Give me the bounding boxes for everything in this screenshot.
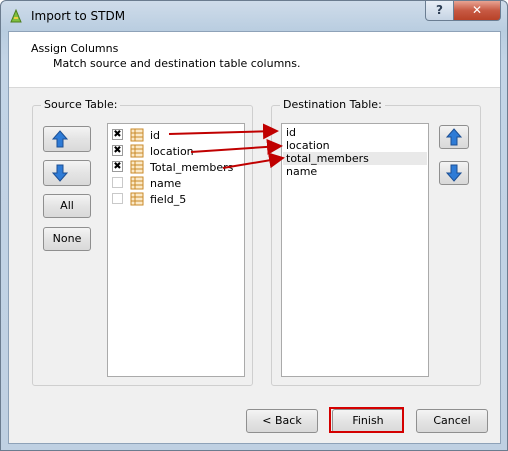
destination-column-row[interactable]: name	[283, 165, 427, 178]
source-table-group: Source Table: All None ✖ id ✖ location ✖ Tota…	[32, 98, 253, 386]
finish-highlight-annotation	[329, 407, 404, 433]
page-title: Assign Columns	[31, 42, 119, 55]
column-checkbox[interactable]	[112, 177, 123, 188]
select-none-button[interactable]: None	[43, 227, 91, 251]
help-button[interactable]: ?	[425, 1, 454, 21]
source-move-down-button[interactable]	[43, 160, 91, 186]
help-icon: ?	[436, 3, 443, 17]
qgis-app-icon	[10, 8, 22, 23]
arrow-down-icon	[52, 164, 68, 182]
wizard-header: Assign Columns Match source and destinat…	[9, 32, 500, 88]
column-checkbox[interactable]: ✖	[112, 145, 123, 156]
source-column-row[interactable]: ✖ id	[108, 127, 244, 143]
title-bar[interactable]: Import to STDM ? ✕	[1, 1, 507, 31]
source-column-name: id	[150, 129, 161, 142]
source-column-row[interactable]: field_5	[108, 191, 244, 207]
source-column-row[interactable]: ✖ Total_members	[108, 159, 244, 175]
arrow-up-icon	[446, 128, 462, 146]
close-icon: ✕	[471, 3, 483, 17]
table-field-icon	[130, 160, 144, 174]
destination-column-row[interactable]: total_members	[283, 152, 427, 165]
source-column-row[interactable]: name	[108, 175, 244, 191]
table-field-icon	[130, 192, 144, 206]
source-column-row[interactable]: ✖ location	[108, 143, 244, 159]
page-subtitle: Match source and destination table colum…	[53, 57, 301, 70]
cancel-button[interactable]: Cancel	[416, 409, 488, 433]
destination-move-down-button[interactable]	[439, 161, 469, 185]
table-field-icon	[130, 176, 144, 190]
column-checkbox[interactable]: ✖	[112, 129, 123, 140]
window-title: Import to STDM	[31, 9, 126, 23]
table-field-icon	[130, 128, 144, 142]
source-column-name: name	[150, 177, 182, 190]
destination-move-up-button[interactable]	[439, 125, 469, 149]
table-field-icon	[130, 144, 144, 158]
destination-table-label: Destination Table:	[280, 98, 385, 111]
destination-columns-list[interactable]: id location total_members name	[281, 123, 429, 377]
column-checkbox[interactable]	[112, 193, 123, 204]
arrow-down-icon	[446, 164, 462, 182]
close-button[interactable]: ✕	[453, 1, 501, 21]
source-column-name: Total_members	[150, 161, 234, 174]
destination-table-group: Destination Table: id location total_membe…	[271, 98, 481, 386]
source-columns-list[interactable]: ✖ id ✖ location ✖ Total_membersname field_5	[107, 123, 245, 377]
source-table-label: Source Table:	[41, 98, 121, 111]
back-button[interactable]: < Back	[246, 409, 318, 433]
arrow-up-icon	[52, 130, 68, 148]
select-all-button[interactable]: All	[43, 194, 91, 218]
destination-column-row[interactable]: id	[283, 126, 427, 139]
destination-column-row[interactable]: location	[283, 139, 427, 152]
source-column-name: location	[150, 145, 194, 158]
source-column-name: field_5	[150, 193, 187, 206]
import-dialog-window: Import to STDM ? ✕ Assign Columns Match …	[0, 0, 508, 451]
column-checkbox[interactable]: ✖	[112, 161, 123, 172]
source-move-up-button[interactable]	[43, 126, 91, 152]
dialog-client-area: Assign Columns Match source and destinat…	[8, 31, 501, 444]
